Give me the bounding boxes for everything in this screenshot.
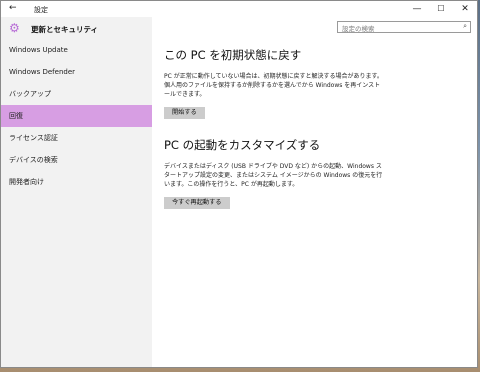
sidebar: ⚙ 更新とセキュリティ Windows Update Windows Defen… <box>1 17 152 367</box>
reset-pc-section: この PC を初期状態に戻す PC が正常に動作していない場合は、初期状態に戻す… <box>164 47 464 119</box>
sidebar-item-recovery[interactable]: 回復 <box>1 105 152 127</box>
sidebar-header[interactable]: ⚙ 更新とセキュリティ <box>9 21 149 39</box>
back-arrow-icon[interactable]: ← <box>9 3 17 13</box>
close-button[interactable]: ✕ <box>453 1 477 17</box>
search-input[interactable]: 設定の検索 ⌕ <box>337 21 471 33</box>
settings-window: ← 設定 — ☐ ✕ ⚙ 更新とセキュリティ Windows Update Wi… <box>0 0 478 368</box>
sidebar-item-backup[interactable]: バックアップ <box>1 83 152 105</box>
sidebar-item-find-my-device[interactable]: デバイスの検索 <box>1 149 152 171</box>
sidebar-header-title: 更新とセキュリティ <box>31 25 99 34</box>
search-placeholder: 設定の検索 <box>342 25 375 33</box>
restart-now-button[interactable]: 今すぐ再起動する <box>164 197 230 209</box>
reset-pc-heading: この PC を初期状態に戻す <box>164 48 302 62</box>
maximize-button[interactable]: ☐ <box>429 1 453 17</box>
sidebar-item-for-developers[interactable]: 開発者向け <box>1 171 152 193</box>
search-icon: ⌕ <box>463 22 467 30</box>
advanced-startup-section: PC の起動をカスタマイズする デバイスまたはディスク (USB ドライブや D… <box>164 137 464 209</box>
title-bar: ← 設定 — ☐ ✕ <box>1 1 477 17</box>
sidebar-item-windows-update[interactable]: Windows Update <box>1 39 152 61</box>
advanced-startup-description: デバイスまたはディスク (USB ドライブや DVD など) からの起動、Win… <box>164 163 383 188</box>
sidebar-nav: Windows Update Windows Defender バックアップ 回… <box>1 39 152 193</box>
get-started-button[interactable]: 開始する <box>164 107 205 119</box>
advanced-startup-heading: PC の起動をカスタマイズする <box>164 138 321 152</box>
window-title: 設定 <box>34 6 48 14</box>
gear-icon: ⚙ <box>9 21 20 35</box>
sidebar-item-activation[interactable]: ライセンス認証 <box>1 127 152 149</box>
sidebar-item-windows-defender[interactable]: Windows Defender <box>1 61 152 83</box>
minimize-button[interactable]: — <box>405 1 429 17</box>
reset-pc-description: PC が正常に動作していない場合は、初期状態に戻すと解決する場合があります。個人… <box>164 73 383 98</box>
